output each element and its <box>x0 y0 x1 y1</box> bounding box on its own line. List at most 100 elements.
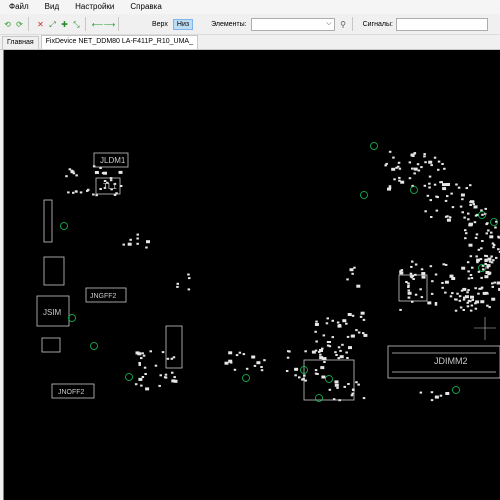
pad <box>336 386 339 389</box>
pad <box>407 296 411 299</box>
bottom-side-button[interactable]: Низ <box>172 18 194 30</box>
pad <box>176 285 179 288</box>
pad <box>109 177 113 180</box>
tab-board-file[interactable]: FixDevice NET_DDM80 LA-F411P_R10_UMA_ <box>40 35 198 49</box>
pad <box>99 167 102 169</box>
signals-combo[interactable] <box>395 17 488 31</box>
pad <box>480 247 483 250</box>
pad <box>458 295 462 298</box>
pad <box>334 383 339 387</box>
pad <box>431 280 434 283</box>
refresh-forward-icon[interactable]: ⟳ <box>15 20 24 29</box>
top-side-button[interactable]: Верх <box>149 20 171 29</box>
pad <box>481 240 484 242</box>
pad <box>187 288 191 291</box>
pad <box>465 187 468 190</box>
pad <box>260 366 263 368</box>
chevron-down-icon[interactable]: ⌵ <box>326 20 331 28</box>
fit-icon[interactable]: ⤢ <box>48 20 57 29</box>
pad <box>315 340 318 343</box>
pad <box>127 242 132 246</box>
pad <box>399 308 402 311</box>
pad <box>461 211 464 214</box>
pad <box>451 277 456 280</box>
pad <box>469 184 472 187</box>
pad <box>484 275 489 279</box>
pad <box>321 357 324 360</box>
pad <box>118 170 123 174</box>
pad <box>326 317 329 320</box>
pad <box>491 285 494 288</box>
pad <box>472 203 475 206</box>
pad <box>113 194 117 196</box>
label-jldm1: JLDM1 <box>100 156 126 165</box>
pad <box>314 323 319 326</box>
pad <box>342 319 347 323</box>
pad <box>486 292 489 295</box>
pad <box>286 356 290 359</box>
pad <box>311 350 316 354</box>
via <box>315 394 323 402</box>
pad <box>338 399 341 402</box>
arrow-left-icon[interactable]: ⟵ <box>92 20 103 29</box>
jnfc-outline <box>41 337 61 353</box>
pad <box>469 200 474 204</box>
pad <box>251 355 256 359</box>
pcb-view[interactable]: JLDM1 TL1 JNGFF2 JSIM JNOFF2 JDIMM2 <box>4 50 500 500</box>
pad <box>420 296 424 299</box>
pad <box>477 248 481 251</box>
pad <box>141 376 145 378</box>
pad <box>350 334 355 338</box>
pad <box>428 186 431 189</box>
pad <box>407 289 410 292</box>
zoom-out-icon[interactable]: ✕ <box>36 20 45 29</box>
pad <box>334 351 337 354</box>
pad <box>485 255 489 258</box>
menu-settings[interactable]: Настройки <box>66 0 121 14</box>
pad <box>351 272 354 275</box>
zoom-in-icon[interactable]: ✚ <box>60 20 69 29</box>
board-canvas[interactable]: JLDM1 TL1 JNGFF2 JSIM JNOFF2 JDIMM2 <box>3 50 500 500</box>
menu-view[interactable]: Вид <box>36 0 66 14</box>
pad <box>351 314 355 317</box>
pad <box>411 260 414 263</box>
tab-home[interactable]: Главная <box>2 36 39 49</box>
pad <box>488 306 491 309</box>
pad <box>440 181 443 184</box>
pad <box>136 237 139 240</box>
pad <box>444 263 448 266</box>
pad <box>454 298 457 301</box>
pad <box>400 180 405 184</box>
pad <box>439 394 443 397</box>
pad <box>480 209 483 212</box>
pad <box>172 356 176 359</box>
pad <box>446 218 451 222</box>
pad <box>228 359 233 363</box>
pad <box>450 192 453 195</box>
pad <box>454 309 458 312</box>
search-elements-icon[interactable]: ⚲ <box>339 20 348 29</box>
pad <box>75 174 78 177</box>
pad <box>103 171 107 175</box>
pad <box>486 304 489 307</box>
pad <box>471 266 474 269</box>
pad <box>224 361 229 365</box>
pad <box>94 171 99 174</box>
pad <box>137 352 142 356</box>
menu-file[interactable]: Файл <box>0 0 36 14</box>
pad <box>463 216 466 219</box>
refresh-back-icon[interactable]: ⟲ <box>3 20 12 29</box>
arrow-right-icon[interactable]: ⟶ <box>104 20 115 29</box>
pad <box>356 284 361 288</box>
pad <box>161 351 165 354</box>
pad <box>461 266 466 270</box>
pad <box>357 331 361 334</box>
menu-help[interactable]: Справка <box>121 0 168 14</box>
pad <box>480 300 485 304</box>
pad <box>337 357 340 360</box>
expand-icon[interactable]: ⤡ <box>72 20 81 29</box>
pad <box>158 384 161 387</box>
pad <box>430 164 433 167</box>
elements-combo[interactable]: ⌵ <box>250 17 335 31</box>
signals-label: Сигналы: <box>362 20 393 28</box>
